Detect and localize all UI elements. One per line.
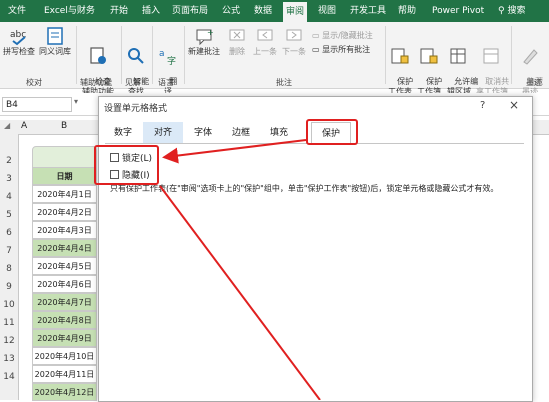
annotation-arrows bbox=[159, 139, 321, 400]
arrow-down bbox=[159, 185, 321, 400]
arrow-to-checkbox bbox=[162, 139, 307, 164]
